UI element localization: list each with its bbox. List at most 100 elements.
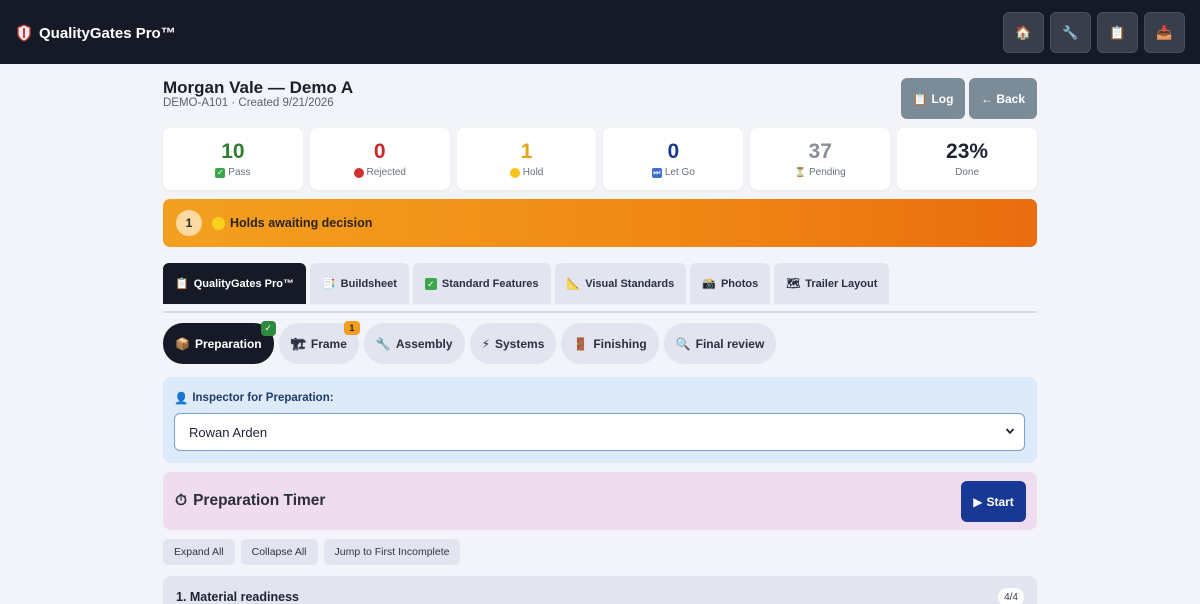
holds-banner[interactable]: 1 Holds awaiting decision [163,199,1037,247]
skip-icon: ⏭ [651,167,662,178]
stage-frame[interactable]: 🏗 Frame 1 [278,321,360,364]
collapse-all-button[interactable]: Collapse All [240,539,318,565]
inbox-button[interactable]: 📥 [1144,12,1185,53]
stat-pass: 10 ✓ Pass [163,128,303,190]
tab-qualitygates[interactable]: 📋 QualityGates Pro™ [163,263,306,304]
wrench-icon: 🔧 [375,336,391,351]
play-icon: ▶ [973,494,983,509]
inspector-selected-value: Rowan Arden [189,424,268,440]
tab-standard-features[interactable]: ✓ Standard Features [412,263,551,304]
timer-card: ⏱ Preparation Timer ▶ Start [163,472,1037,530]
brand-name: QualityGates Pro™ [39,24,176,42]
yellow-circle-icon [509,167,520,178]
tabs-divider [163,311,1037,313]
stage-final-review[interactable]: 🔍 Final review [663,323,777,364]
inspector-label: Inspector for Preparation: [192,392,334,404]
timer-title: Preparation Timer [193,492,326,509]
yellow-circle-icon [212,216,225,230]
inspector-card: 👤 Inspector for Preparation: Rowan Arden [163,377,1037,463]
tab-visual-standards[interactable]: 📐 Visual Standards [554,263,687,304]
stage-label: Finishing [593,336,647,351]
page-subtitle: DEMO-A101 · Created 9/21/2026 [163,97,334,109]
shield-icon [17,24,31,42]
jump-first-incomplete-button[interactable]: Jump to First Incomplete [323,539,461,565]
tab-label: QualityGates Pro™ [193,277,294,290]
tab-buildsheet[interactable]: 📑 Buildsheet [309,263,409,304]
tab-label: Visual Standards [585,277,675,290]
clipboard-button[interactable]: 📋 [1097,12,1138,53]
hold-count-badge: 1 [343,321,360,335]
log-button-label: Log [931,91,954,106]
magnifier-icon: 🔍 [675,336,691,351]
section-header[interactable]: 1. Material readiness 4/4 [163,576,1037,604]
stage-assembly[interactable]: 🔧 Assembly [363,323,465,364]
inbox-tray-icon: 📥 [1156,24,1173,40]
home-button[interactable]: 🏠 [1003,12,1044,53]
stat-let-go: 0 ⏭ Let Go [603,128,744,190]
page-title: Morgan Vale — Demo A [163,78,354,97]
tab-trailer-layout[interactable]: 🗺 Trailer Layout [774,263,890,304]
stage-systems[interactable]: ⚡ Systems [469,323,557,364]
check-icon: ✓ [215,167,226,178]
stopwatch-icon: ⏱ [175,492,188,509]
stats-row: 10 ✓ Pass 0 Rejected 1 Hold 0 ⏭ Let Go 37 … [163,128,1037,190]
tab-photos[interactable]: 📸 Photos [690,263,771,304]
tab-label: Standard Features [441,277,539,290]
stage-label: Systems [495,336,545,351]
stage-label: Assembly [395,336,453,351]
map-icon: 🗺 [786,278,801,290]
stage-finishing[interactable]: 🚪 Finishing [561,323,659,364]
start-timer-button[interactable]: ▶ Start [961,481,1026,522]
complete-check-badge: ✓ [260,321,276,336]
stat-value: 10 [221,140,245,163]
stage-label: Frame [310,336,347,351]
person-icon: 👤 [174,393,189,405]
back-button[interactable]: ← Back [969,78,1037,119]
stage-label: Final review [695,336,765,351]
brand[interactable]: QualityGates Pro™ [17,24,176,42]
camera-icon: 📸 [702,278,716,290]
stage-label: Preparation [194,336,262,351]
start-button-label: Start [986,494,1014,509]
stat-value: 37 [808,140,832,163]
stat-rejected: 0 Rejected [309,128,450,190]
clipboard-icon: 📋 [1109,24,1126,40]
triangular-ruler-icon: 📐 [566,278,581,290]
inspector-select[interactable]: Rowan Arden [174,413,1025,451]
stat-label: Let Go [664,167,695,178]
top-navigation-bar: QualityGates Pro™ 🏠 🔧 📋 📥 [0,0,1200,64]
stat-label: Pass [228,167,251,178]
wrench-icon: 🔧 [1062,24,1079,40]
door-icon: 🚪 [573,336,589,351]
stat-value: 1 [520,140,533,163]
tools-button[interactable]: 🔧 [1050,12,1091,53]
home-icon: 🏠 [1015,24,1032,40]
clipboard-icon: 📋 [912,91,928,106]
lightning-icon: ⚡ [481,336,490,351]
stat-done: 23% Done [897,128,1037,190]
stage-pills: 📦 Preparation ✓ 🏗 Frame 1 🔧 Assembly ⚡ S… [163,321,777,364]
section-actions: Expand All Collapse All Jump to First In… [163,539,461,565]
stat-label: Rejected [366,167,406,178]
tab-label: Buildsheet [340,277,397,290]
stage-preparation[interactable]: 📦 Preparation ✓ [163,321,276,364]
frame-icon: 🏗 [290,336,306,351]
holds-count-badge: 1 [176,210,202,236]
stat-value: 0 [667,140,680,163]
stat-label: Hold [522,167,544,178]
log-button[interactable]: 📋 Log [901,78,965,119]
red-circle-icon [353,167,364,178]
expand-all-button[interactable]: Expand All [163,539,235,565]
stat-hold: 1 Hold [456,128,597,190]
stat-pending: 37 ⏳ Pending [750,128,891,190]
check-icon: ✓ [424,277,437,290]
hourglass-icon: ⏳ [794,167,806,177]
stat-value: 0 [373,140,386,163]
section-title: 1. Material readiness [176,590,299,604]
chevron-down-icon [1005,428,1015,435]
stat-value: 23% [946,140,989,163]
clipboard-icon: 📋 [175,278,189,290]
back-button-label: ← Back [980,91,1026,106]
page-icon: 📑 [321,278,336,290]
tab-bar: 📋 QualityGates Pro™ 📑 Buildsheet ✓ Stand… [163,263,890,304]
